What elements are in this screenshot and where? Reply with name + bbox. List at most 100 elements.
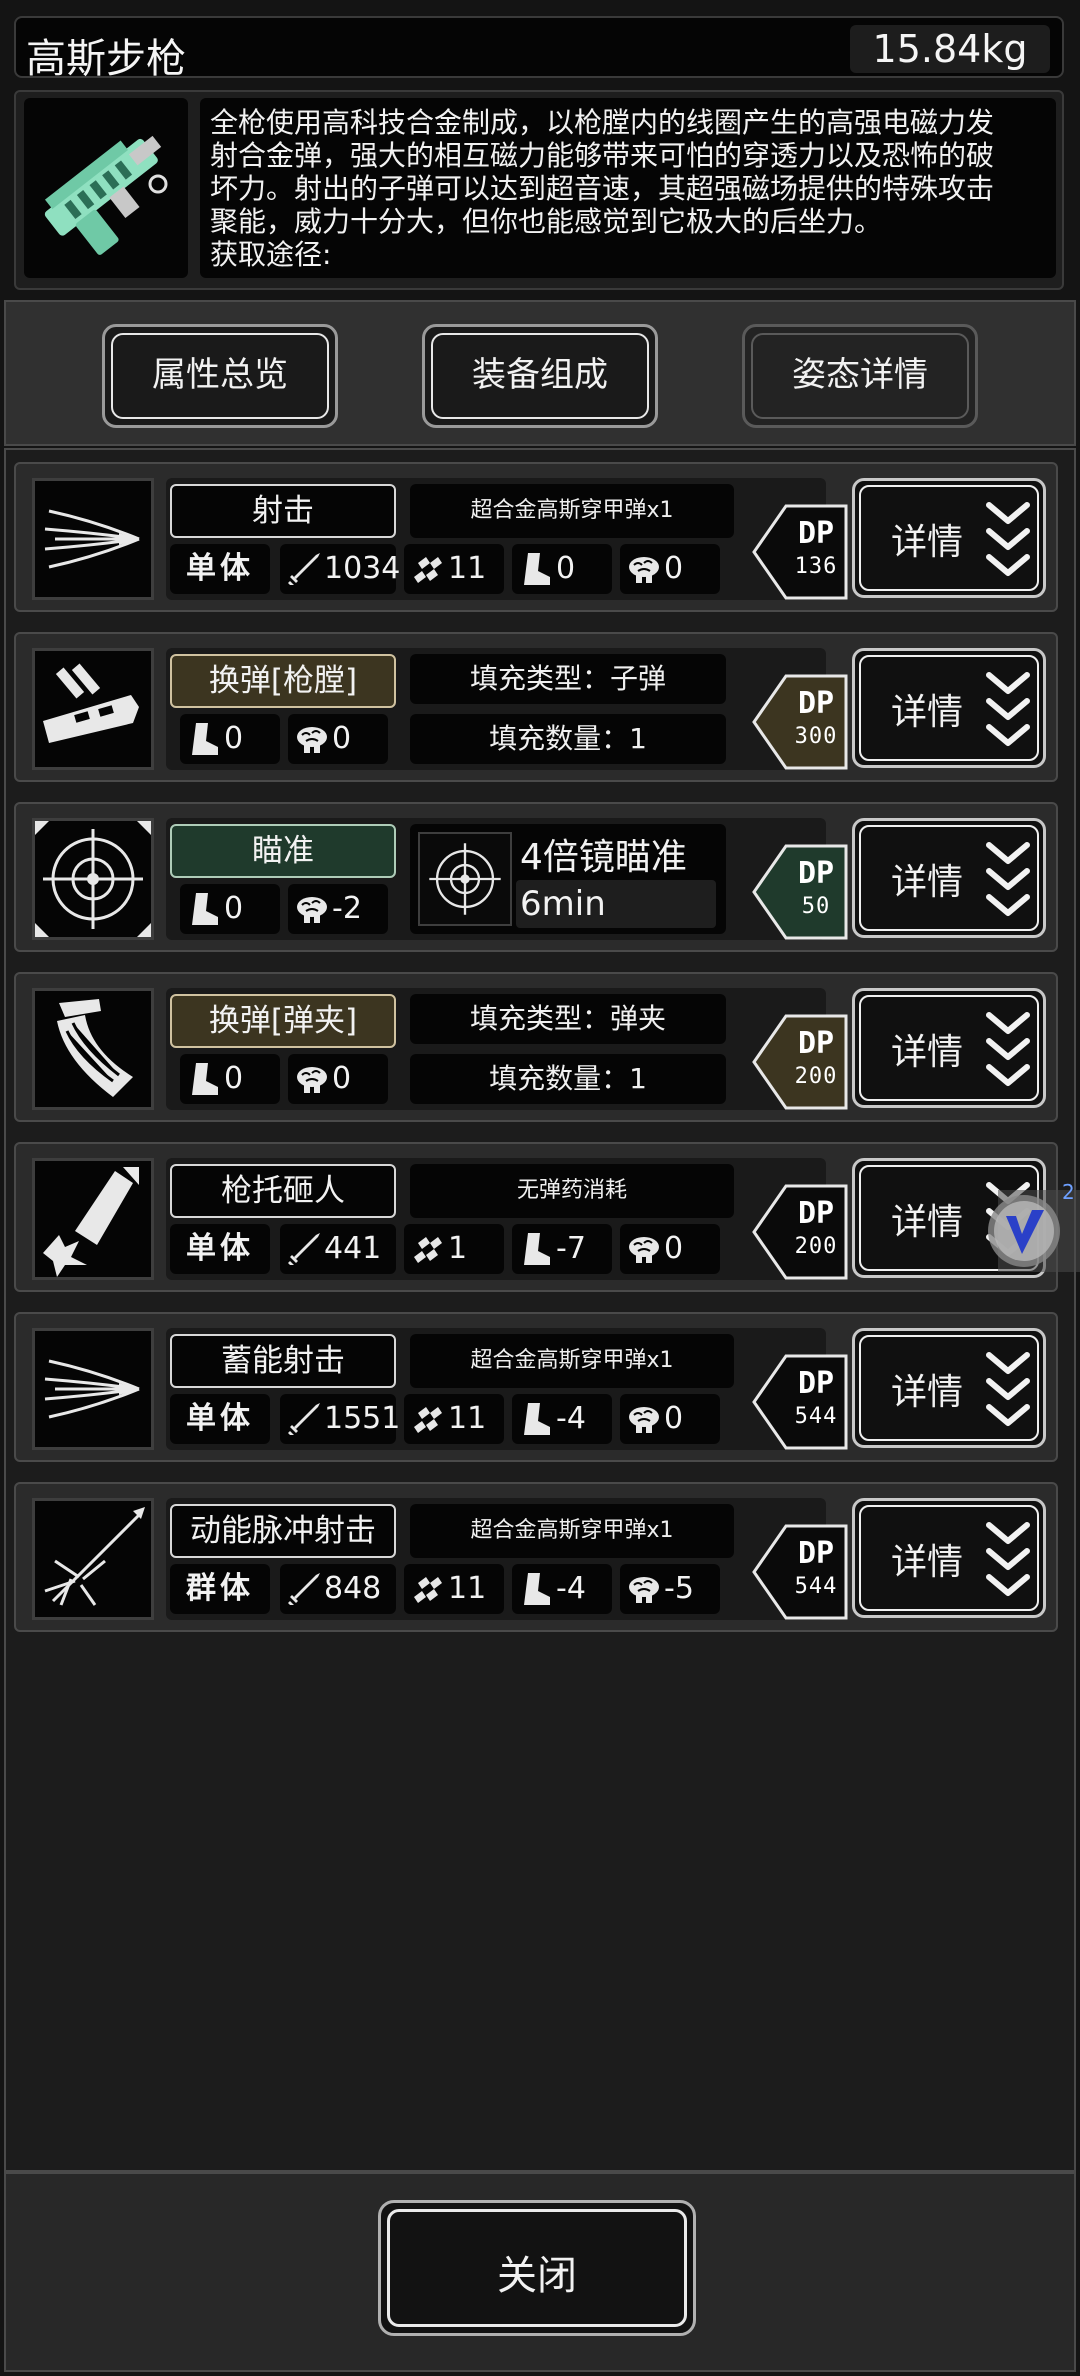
detail-label: 详情 <box>891 522 964 563</box>
skill-name: 动能脉冲射击 <box>170 1504 396 1558</box>
chevron-down-icon <box>986 842 1030 916</box>
detail-button[interactable]: 详情 <box>852 1498 1046 1618</box>
shoot-icon <box>32 478 154 600</box>
damage-stat: 1551 <box>280 1394 400 1444</box>
detail-button[interactable]: 详情 <box>852 1328 1046 1448</box>
chevron-down-icon <box>986 1522 1030 1596</box>
target-type: 单体 <box>170 544 270 594</box>
detail-button[interactable]: 详情 <box>852 478 1046 598</box>
mind-icon <box>297 727 327 753</box>
skill-panel: 蓄能射击 超合金高斯穿甲弹x1 单体 1551 11 -4 0 <box>166 1328 826 1450</box>
move-stat-value: -4 <box>556 1401 586 1436</box>
close-label: 关闭 <box>497 2253 577 2299</box>
detail-button[interactable]: 详情 <box>852 648 1046 768</box>
skill-panel: 换弹[枪膛] 填充类型：子弹 填充数量：1 0 0 <box>166 648 826 770</box>
description-line: 获取途径: <box>210 238 332 271</box>
damage-icon <box>288 1573 320 1605</box>
mind-stat: 0 <box>620 1394 720 1444</box>
mind-icon <box>629 1407 659 1433</box>
weapon-weight: 15.84kg <box>850 25 1050 73</box>
dp-value: 544 <box>794 1404 838 1429</box>
tab-label: 属性总览 <box>152 355 288 395</box>
detail-label: 详情 <box>891 1372 964 1413</box>
move-stat: 0 <box>180 714 280 764</box>
skill-name: 换弹[弹夹] <box>170 994 396 1048</box>
tab-attribute-overview[interactable]: 属性总览 <box>102 324 338 428</box>
description-line: 坏力。射出的子弹可以达到超音速，其超强磁场提供的特殊攻击 <box>210 172 995 205</box>
scope-icon <box>418 832 512 926</box>
skill-panel: 射击 超合金高斯穿甲弹x1 单体 1034 11 0 0 <box>166 478 826 600</box>
damage-stat: 1034 <box>280 544 400 594</box>
ammo-cost: 超合金高斯穿甲弹x1 <box>410 1504 734 1558</box>
dp-value: 544 <box>794 1574 838 1599</box>
accuracy-stat: 1 <box>404 1224 504 1274</box>
damage-icon <box>288 553 320 585</box>
mind-stat-value: 0 <box>332 721 352 756</box>
description-line: 射合金弹，强大的相互磁力能够带来可怕的穿透力以及恐怖的破 <box>210 139 995 172</box>
mind-icon <box>297 897 327 923</box>
damage-stat-value: 441 <box>324 1231 382 1266</box>
damage-icon <box>288 1233 320 1265</box>
detail-label: 详情 <box>891 1202 964 1243</box>
dp-label: DP <box>797 1366 835 1401</box>
dp-label: DP <box>797 1026 835 1061</box>
charged-shot-icon <box>32 1328 154 1450</box>
skill-name: 枪托砸人 <box>170 1164 396 1218</box>
skill-row: 枪托砸人 无弹药消耗 单体 441 1 -7 0 DP 200 详情 <box>14 1142 1058 1292</box>
mind-stat-value: -5 <box>664 1571 694 1606</box>
reload-chamber-icon <box>32 648 154 770</box>
title-bar: 高斯步枪 15.84kg <box>14 16 1064 82</box>
tab-bar: 属性总览 装备组成 姿态详情 <box>4 300 1076 446</box>
detail-button[interactable]: 详情 <box>852 988 1046 1108</box>
detail-button[interactable]: 详情 <box>852 818 1046 938</box>
chevron-down-icon <box>986 1012 1030 1086</box>
aim-mode-card: 4倍镜瞄准 6min <box>410 824 726 934</box>
ammo-cost: 超合金高斯穿甲弹x1 <box>410 1334 734 1388</box>
skill-name: 瞄准 <box>170 824 396 878</box>
description-line: 全枪使用高科技合金制成，以枪膛内的线圈产生的高强电磁力发 <box>210 106 995 139</box>
move-icon <box>192 723 218 755</box>
chevron-down-icon <box>986 672 1030 746</box>
tab-equipment-composition[interactable]: 装备组成 <box>422 324 658 428</box>
skill-row: 动能脉冲射击 超合金高斯穿甲弹x1 群体 848 11 -4 -5 DP 544 详情 <box>14 1482 1058 1632</box>
floating-assistant-button[interactable]: 2 <box>978 1180 1080 1276</box>
dp-value: 300 <box>794 724 838 749</box>
weapon-description: 全枪使用高科技合金制成，以枪膛内的线圈产生的高强电磁力发 射合金弹，强大的相互磁… <box>200 98 1056 278</box>
target-type: 单体 <box>170 1224 270 1274</box>
accuracy-stat-value: 11 <box>448 1571 487 1606</box>
move-stat: -7 <box>512 1224 612 1274</box>
accuracy-stat-value: 1 <box>448 1231 468 1266</box>
dp-cost-badge: DP 136 <box>750 502 850 602</box>
move-stat-value: -7 <box>556 1231 586 1266</box>
tab-label: 装备组成 <box>472 355 608 395</box>
accuracy-icon <box>414 1237 442 1263</box>
move-stat: -4 <box>512 1564 612 1614</box>
move-icon <box>524 1573 550 1605</box>
mind-icon <box>629 1237 659 1263</box>
move-icon <box>192 893 218 925</box>
tab-stance-details[interactable]: 姿态详情 <box>742 324 978 428</box>
skill-panel: 枪托砸人 无弹药消耗 单体 441 1 -7 0 <box>166 1158 826 1280</box>
damage-icon <box>288 1403 320 1435</box>
floating-badge-count: 2 <box>1062 1180 1075 1204</box>
mind-stat-value: -2 <box>332 891 362 926</box>
damage-stat: 441 <box>280 1224 396 1274</box>
move-stat-value: 0 <box>556 551 576 586</box>
skill-name: 换弹[枪膛] <box>170 654 396 708</box>
chevron-down-icon <box>986 1352 1030 1426</box>
mind-icon <box>297 1067 327 1093</box>
mind-stat: 0 <box>288 1054 388 1104</box>
ammo-cost: 超合金高斯穿甲弹x1 <box>410 484 734 538</box>
target-type: 群体 <box>170 1564 270 1614</box>
description-line: 聚能，威力十分大，但你也能感觉到它极大的后坐力。 <box>210 205 883 238</box>
dp-cost-badge: DP 50 <box>750 842 850 942</box>
dp-cost-badge: DP 200 <box>750 1182 850 1282</box>
move-stat-value: 0 <box>224 1061 244 1096</box>
reload-magazine-icon <box>32 988 154 1110</box>
fill-count: 填充数量：1 <box>410 714 726 764</box>
close-button[interactable]: 关闭 <box>378 2200 696 2336</box>
fill-type: 填充类型：子弹 <box>410 654 726 704</box>
accuracy-stat: 11 <box>404 544 504 594</box>
move-icon <box>524 1233 550 1265</box>
dp-label: DP <box>797 1196 835 1231</box>
